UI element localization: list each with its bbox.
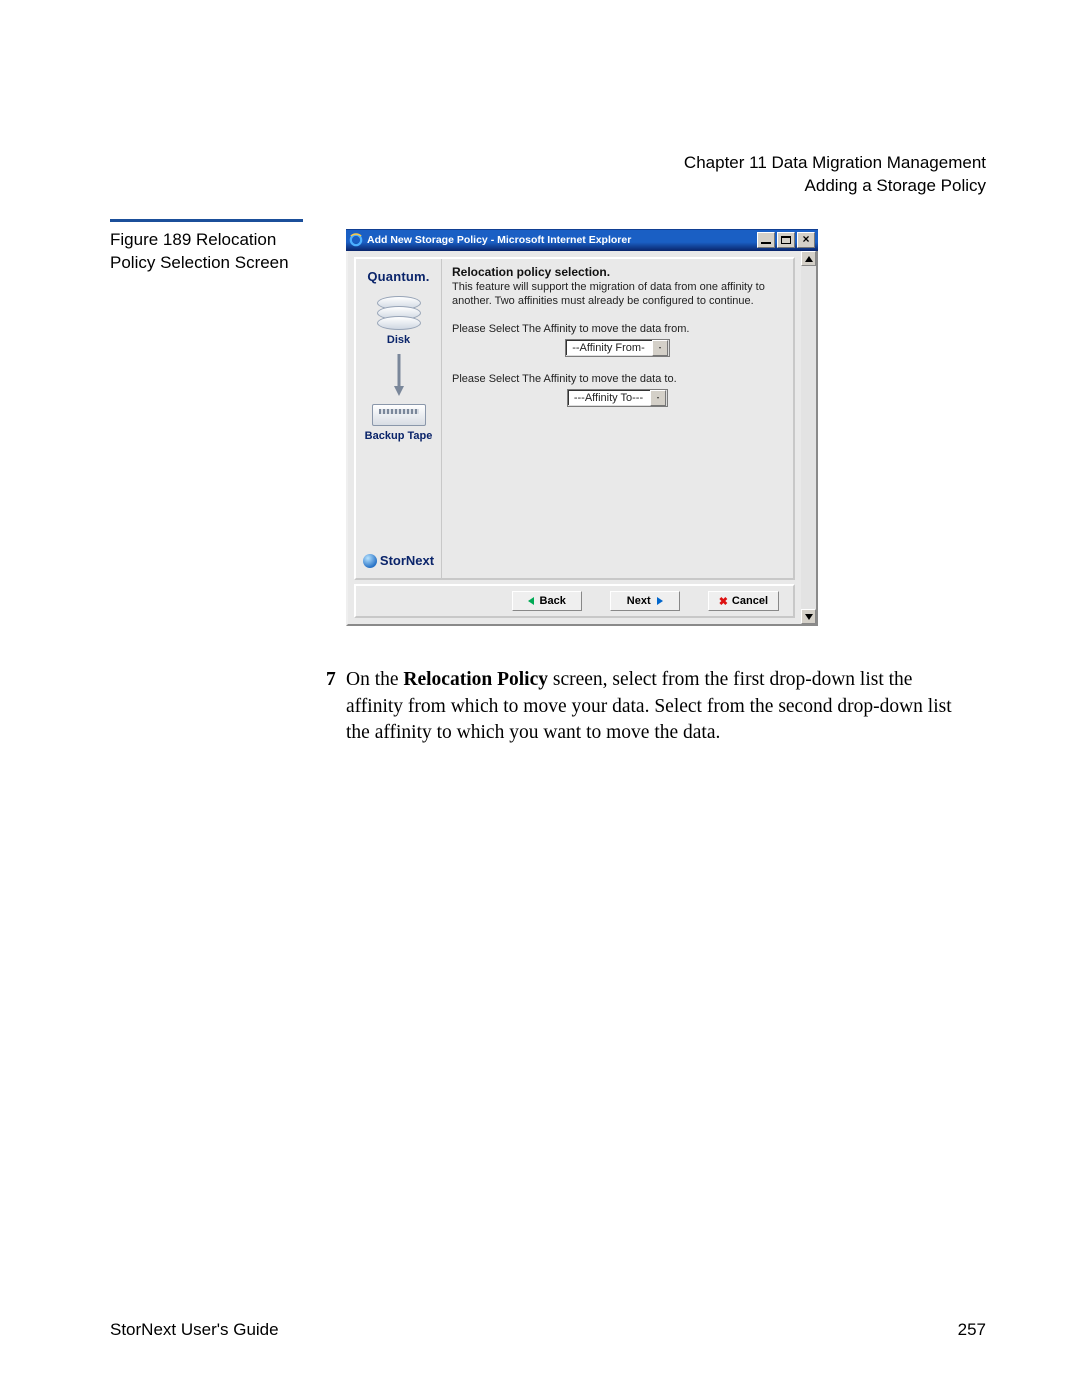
- window-title: Add New Storage Policy - Microsoft Inter…: [367, 234, 753, 246]
- figure-rule: [110, 219, 303, 222]
- scroll-down-icon[interactable]: [801, 609, 816, 624]
- scroll-up-icon[interactable]: [801, 251, 816, 266]
- maximize-button[interactable]: [777, 232, 795, 248]
- window-client: Quantum. Disk: [346, 251, 818, 626]
- cancel-button[interactable]: ✖ Cancel: [708, 591, 779, 611]
- next-button[interactable]: Next: [610, 591, 680, 611]
- screenshot-window: Add New Storage Policy - Microsoft Inter…: [346, 229, 818, 626]
- globe-icon: [363, 554, 377, 568]
- back-button[interactable]: Back: [512, 591, 582, 611]
- triangle-right-icon: [655, 597, 663, 605]
- tape-icon: [372, 404, 426, 426]
- close-button[interactable]: ×: [797, 232, 815, 248]
- affinity-to-label: Please Select The Affinity to move the d…: [452, 373, 783, 385]
- step-7-text: 7 On the Relocation Policy screen, selec…: [346, 667, 966, 747]
- page-header: Chapter 11 Data Migration Management Add…: [684, 152, 986, 198]
- step-number: 7: [326, 667, 336, 694]
- chapter-line: Chapter 11 Data Migration Management: [684, 152, 986, 175]
- page-number: 257: [958, 1320, 986, 1340]
- disk-label: Disk: [387, 334, 410, 346]
- affinity-to-dropdown[interactable]: ---Affinity To---: [567, 389, 668, 407]
- wizard-content: Quantum. Disk: [348, 251, 801, 624]
- window-titlebar: Add New Storage Policy - Microsoft Inter…: [346, 229, 818, 251]
- affinity-from-value: --Affinity From-: [566, 342, 651, 354]
- product-label: StorNext: [363, 553, 434, 572]
- affinity-from-dropdown[interactable]: --Affinity From-: [565, 339, 670, 357]
- wizard-sidebar: Quantum. Disk: [356, 259, 442, 578]
- footer-guide: StorNext User's Guide: [110, 1320, 279, 1340]
- figure-caption: Figure 189 Relocation Policy Selection S…: [110, 229, 320, 275]
- wizard-button-bar: Back Next ✖ Cancel: [354, 584, 795, 618]
- triangle-left-icon: [528, 597, 536, 605]
- minimize-button[interactable]: [757, 232, 775, 248]
- disk-icon: [377, 296, 421, 330]
- vertical-scrollbar[interactable]: [801, 251, 816, 624]
- affinity-to-value: ---Affinity To---: [568, 392, 649, 404]
- wizard-main: Relocation policy selection. This featur…: [442, 259, 793, 578]
- chevron-down-icon: [652, 340, 668, 356]
- tape-label: Backup Tape: [365, 430, 433, 442]
- window-buttons: ×: [757, 232, 815, 248]
- affinity-from-label: Please Select The Affinity to move the d…: [452, 323, 783, 335]
- wizard-heading: Relocation policy selection.: [452, 265, 783, 279]
- brand-label: Quantum.: [367, 269, 429, 284]
- cancel-x-icon: ✖: [719, 595, 728, 608]
- chevron-down-icon: [650, 390, 666, 406]
- section-line: Adding a Storage Policy: [684, 175, 986, 198]
- arrow-down-icon: [392, 352, 406, 398]
- ie-icon: [349, 233, 363, 247]
- wizard-desc: This feature will support the migration …: [452, 281, 783, 309]
